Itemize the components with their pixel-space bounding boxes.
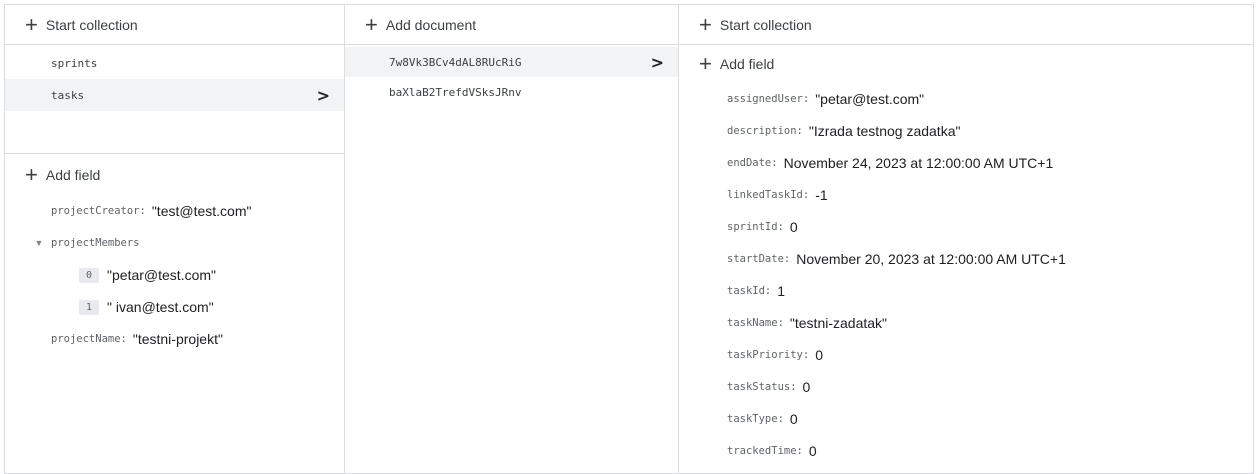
field-key: linkedTaskId: xyxy=(727,189,810,201)
add-field-button[interactable]: + Add field xyxy=(5,155,344,195)
field-value: November 24, 2023 at 12:00:00 AM UTC+1 xyxy=(783,155,1054,171)
field-value: 1 xyxy=(777,283,786,299)
document-item[interactable]: baXlaB2TrefdVSksJRnv xyxy=(345,77,678,107)
field-key: taskStatus: xyxy=(727,381,797,393)
field-end-date[interactable]: endDate: November 24, 2023 at 12:00:00 AM… xyxy=(679,147,1253,179)
field-task-status[interactable]: taskStatus: 0 xyxy=(679,371,1253,403)
plus-icon: + xyxy=(365,11,378,37)
document-fields-section: + Add field projectCreator: "test@test.c… xyxy=(5,155,344,355)
start-collection-label: Start collection xyxy=(45,16,138,33)
field-task-type[interactable]: taskType: 0 xyxy=(679,403,1253,435)
start-collection-button[interactable]: + Start collection xyxy=(679,5,1253,45)
field-linked-task-id[interactable]: linkedTaskId: -1 xyxy=(679,179,1253,211)
field-key: trackedTime: xyxy=(727,445,803,457)
field-key: endDate: xyxy=(727,157,778,169)
plus-icon: + xyxy=(699,11,712,37)
field-key: taskId: xyxy=(727,285,772,297)
field-key: taskName: xyxy=(727,317,784,329)
field-task-name[interactable]: taskName: "testni-zadatak" xyxy=(679,307,1253,339)
field-description[interactable]: description: "Izrada testnog zadatka" xyxy=(679,115,1253,147)
field-value: -1 xyxy=(815,187,828,203)
start-collection-label: Start collection xyxy=(719,16,812,33)
array-value: " ivan@test.com" xyxy=(107,299,214,315)
field-project-name[interactable]: projectName: "testni-projekt" xyxy=(5,323,344,355)
array-item[interactable]: 1 " ivan@test.com" xyxy=(5,291,344,323)
document-detail-column: + Start collection + Add field assignedU… xyxy=(679,5,1253,473)
document-id: 7w8Vk3BCv4dAL8RUcRiG xyxy=(389,55,522,69)
array-index-badge: 1 xyxy=(79,299,100,315)
chevron-right-icon: > xyxy=(650,52,664,72)
field-value: 0 xyxy=(802,379,811,395)
field-key: assignedUser: xyxy=(727,93,810,105)
collection-name: tasks xyxy=(51,88,85,102)
field-key: taskPriority: xyxy=(727,349,810,361)
collection-item-tasks[interactable]: tasks > xyxy=(5,79,344,111)
collection-name: sprints xyxy=(51,56,98,70)
field-value: "testni-projekt" xyxy=(132,331,223,347)
add-field-button[interactable]: + Add field xyxy=(679,45,1253,83)
chevron-right-icon: > xyxy=(316,85,330,105)
field-value: 0 xyxy=(808,443,817,459)
field-value: 0 xyxy=(789,219,798,235)
field-start-date[interactable]: startDate: November 20, 2023 at 12:00:00 … xyxy=(679,243,1253,275)
collapse-triangle-icon[interactable]: ▼ xyxy=(27,238,51,248)
field-assigned-user[interactable]: assignedUser: "petar@test.com" xyxy=(679,83,1253,115)
plus-icon: + xyxy=(699,51,712,76)
array-index-badge: 0 xyxy=(79,267,100,283)
start-collection-button[interactable]: + Start collection xyxy=(5,5,344,45)
array-item[interactable]: 0 "petar@test.com" xyxy=(5,259,344,291)
field-value: "testni-zadatak" xyxy=(789,315,888,331)
field-key: taskType: xyxy=(727,413,784,425)
field-project-creator[interactable]: projectCreator: "test@test.com" xyxy=(5,195,344,227)
field-value: 0 xyxy=(789,411,798,427)
field-task-priority[interactable]: taskPriority: 0 xyxy=(679,339,1253,371)
field-value: 0 xyxy=(815,347,823,363)
field-sprint-id[interactable]: sprintId: 0 xyxy=(679,211,1253,243)
add-field-label: Add field xyxy=(45,167,101,183)
field-list: assignedUser: "petar@test.com" descriptio… xyxy=(679,83,1253,467)
add-document-button[interactable]: + Add document xyxy=(345,5,678,45)
field-key: description: xyxy=(727,125,803,137)
field-key: sprintId: xyxy=(727,221,784,233)
field-value: "test@test.com" xyxy=(151,203,252,219)
firestore-data-panel: + Start collection sprints tasks > + Add… xyxy=(4,4,1254,474)
document-item[interactable]: 7w8Vk3BCv4dAL8RUcRiG > xyxy=(345,47,678,77)
collections-column: + Start collection sprints tasks > + Add… xyxy=(5,5,345,473)
field-value: November 20, 2023 at 12:00:00 AM UTC+1 xyxy=(796,251,1066,267)
document-id: baXlaB2TrefdVSksJRnv xyxy=(389,85,522,99)
documents-column: + Add document 7w8Vk3BCv4dAL8RUcRiG > ba… xyxy=(345,5,679,473)
add-field-label: Add field xyxy=(719,56,775,72)
field-key: projectName: xyxy=(51,333,127,345)
field-key: startDate: xyxy=(727,253,791,265)
collection-item-sprints[interactable]: sprints xyxy=(5,47,344,79)
field-key: projectMembers xyxy=(51,237,140,249)
field-project-members[interactable]: ▼ projectMembers xyxy=(5,227,344,259)
field-value: "petar@test.com" xyxy=(815,91,925,107)
plus-icon: + xyxy=(25,162,38,187)
array-value: "petar@test.com" xyxy=(107,267,216,283)
field-task-id[interactable]: taskId: 1 xyxy=(679,275,1253,307)
add-document-label: Add document xyxy=(385,16,477,33)
field-value: "Izrada testnog zadatka" xyxy=(808,123,961,139)
plus-icon: + xyxy=(25,11,38,37)
field-tracked-time[interactable]: trackedTime: 0 xyxy=(679,435,1253,467)
field-key: projectCreator: xyxy=(51,205,146,217)
section-divider xyxy=(5,153,344,154)
